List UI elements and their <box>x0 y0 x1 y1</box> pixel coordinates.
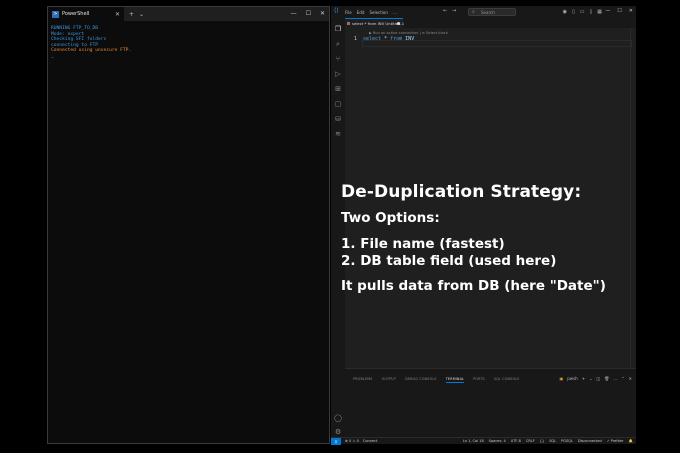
powershell-titlebar: > PowerShell ✕ + ⌄ — ☐ ✕ <box>48 7 329 21</box>
tab-untitled-1[interactable]: select * from INV Untitled-1 <box>345 18 404 28</box>
terminal-icon: ▣ <box>559 376 564 381</box>
account-icon[interactable]: ◯ <box>334 414 342 422</box>
caption-overlay: De-Duplication Strategy: Two Options: 1.… <box>341 182 606 295</box>
search-input[interactable]: ⌕ Search <box>468 8 516 16</box>
powershell-icon: > <box>52 10 59 18</box>
tab-debug-console[interactable]: DEBUG CONSOLE <box>405 377 436 383</box>
chevron-down-icon[interactable]: ⌄ <box>139 11 144 18</box>
database-icon[interactable]: ⛁ <box>334 115 342 123</box>
prettier-status[interactable]: ✓ Prettier <box>607 438 624 445</box>
menu-file[interactable]: File <box>345 10 352 15</box>
bottom-panel: PROBLEMS OUTPUT DEBUG CONSOLE TERMINAL P… <box>345 368 636 437</box>
settings-gear-icon[interactable]: ⚙ <box>334 428 342 436</box>
sql-keyword-from: from <box>390 36 403 42</box>
toggle-sidebar-icon[interactable]: ▯ <box>572 9 575 15</box>
tab-label: PowerShell <box>62 11 90 17</box>
code-line[interactable]: 1 select * from INV <box>345 36 636 42</box>
chevron-down-icon[interactable]: ⌄ <box>589 376 592 381</box>
powershell-window: > PowerShell ✕ + ⌄ — ☐ ✕ RUNNING FTP_TO_… <box>47 6 330 444</box>
maximize-icon[interactable]: ☐ <box>306 10 311 17</box>
codelens[interactable]: ▶ Run on active connection | ≡ Select bl… <box>369 31 636 35</box>
terminal-line: _ <box>51 53 54 59</box>
extensions-icon[interactable]: ⊞ <box>334 85 342 93</box>
tab-problems[interactable]: PROBLEMS <box>353 377 373 383</box>
scrollbar[interactable] <box>630 28 636 368</box>
search-icon[interactable]: ⌕ <box>334 40 342 48</box>
nav-back-icon[interactable]: ← <box>443 8 447 14</box>
notifications-bell-icon[interactable]: 🔔 <box>629 438 633 445</box>
close-tab-icon[interactable]: ✕ <box>115 11 120 18</box>
unsaved-dot-icon[interactable] <box>397 22 400 25</box>
panel-toolbar: ▣ pwsh + ⌄ ◫ 🗑 … ⌃ ✕ <box>559 376 632 381</box>
trash-icon[interactable]: 🗑 <box>604 376 609 381</box>
line-number: 1 <box>353 36 357 42</box>
sql-dialect[interactable]: PGSQL <box>561 438 573 445</box>
language-braces[interactable]: {} <box>540 438 544 445</box>
toggle-panel-icon[interactable]: ▭ <box>580 9 585 15</box>
vscode-titlebar: ⟨⟩ File Edit Selection … ← → ⌕ Search ◉ … <box>331 6 636 18</box>
sql-file-icon <box>347 22 350 25</box>
maximize-icon[interactable]: ☐ <box>617 8 621 14</box>
tab-powershell[interactable]: > PowerShell ✕ <box>48 7 124 21</box>
caption-title: De-Duplication Strategy: <box>341 182 582 202</box>
source-control-icon[interactable]: ⑂ <box>334 55 342 63</box>
end-of-line[interactable]: CRLF <box>526 438 535 445</box>
caption-option-1: 1. File name (fastest) <box>341 236 505 252</box>
vscode-logo-icon: ⟨⟩ <box>334 7 339 14</box>
explorer-icon[interactable]: ❐ <box>334 25 342 33</box>
sql-star: * <box>384 36 388 42</box>
sql-table-name: INV <box>405 36 415 42</box>
more-actions-icon[interactable]: … <box>613 376 617 381</box>
search-icon: ⌕ <box>472 9 475 15</box>
minimize-icon[interactable]: — <box>291 10 297 17</box>
caption-option-2: 2. DB table field (used here) <box>341 253 557 269</box>
search-placeholder: Search <box>481 10 495 15</box>
split-terminal-icon[interactable]: ◫ <box>596 376 600 381</box>
menu-more[interactable]: … <box>393 10 397 15</box>
tab-terminal[interactable]: TERMINAL <box>445 377 465 383</box>
remote-icon[interactable]: ⟩⟨ <box>331 437 341 445</box>
indentation[interactable]: Spaces: 4 <box>489 438 506 445</box>
vscode-window: ⟨⟩ File Edit Selection … ← → ⌕ Search ◉ … <box>331 6 636 445</box>
caption-options-heading: Two Options: <box>341 210 440 226</box>
menu-bar: File Edit Selection … <box>345 10 397 15</box>
new-tab-icon[interactable]: + <box>129 11 134 18</box>
customize-layout-icon[interactable]: ▦ <box>597 9 602 15</box>
caption-note: It pulls data from DB (here "Date") <box>341 278 606 294</box>
menu-selection[interactable]: Selection <box>369 10 387 15</box>
cursor-position[interactable]: Ln 1, Col 18 <box>463 438 484 445</box>
encoding[interactable]: UTF-8 <box>511 438 521 445</box>
close-window-icon[interactable]: ✕ <box>320 10 325 17</box>
tab-ports[interactable]: PORTS <box>473 377 485 383</box>
status-bar: ⟩⟨ ⊗ 0 ⚠ 0 Connect Ln 1, Col 18 Spaces: … <box>331 437 636 445</box>
tab-sql-console[interactable]: SQL CONSOLE <box>494 377 520 383</box>
sql-keyword-select: select <box>363 36 382 42</box>
nav-forward-icon[interactable]: → <box>452 8 456 14</box>
terminal-output[interactable]: RUNNING FTP_TO_DB Mode: expert Checking SF… <box>48 21 329 64</box>
tab-output[interactable]: OUTPUT <box>382 377 397 383</box>
docker-icon[interactable]: ≋ <box>334 130 342 138</box>
remote-explorer-icon[interactable]: ▢ <box>334 100 342 108</box>
db-connection-status[interactable]: Disconnected <box>578 438 602 445</box>
connect-status[interactable]: Connect <box>363 439 377 443</box>
editor-tabs: select * from INV Untitled-1 <box>345 18 636 28</box>
terminal-shell-label[interactable]: pwsh <box>567 376 577 381</box>
copilot-icon[interactable]: ◉ <box>563 9 567 15</box>
minimize-icon[interactable]: — <box>605 8 610 14</box>
toggle-secondary-sidebar-icon[interactable]: ▯ <box>590 9 593 15</box>
close-window-icon[interactable]: ✕ <box>629 8 633 14</box>
menu-edit[interactable]: Edit <box>357 10 365 15</box>
language-mode[interactable]: SQL <box>549 438 556 445</box>
add-terminal-icon[interactable]: + <box>582 376 585 381</box>
close-panel-icon[interactable]: ✕ <box>629 376 632 381</box>
run-debug-icon[interactable]: ▷ <box>334 70 342 78</box>
maximize-panel-icon[interactable]: ⌃ <box>621 376 624 381</box>
problems-count[interactable]: ⊗ 0 ⚠ 0 <box>345 439 359 443</box>
